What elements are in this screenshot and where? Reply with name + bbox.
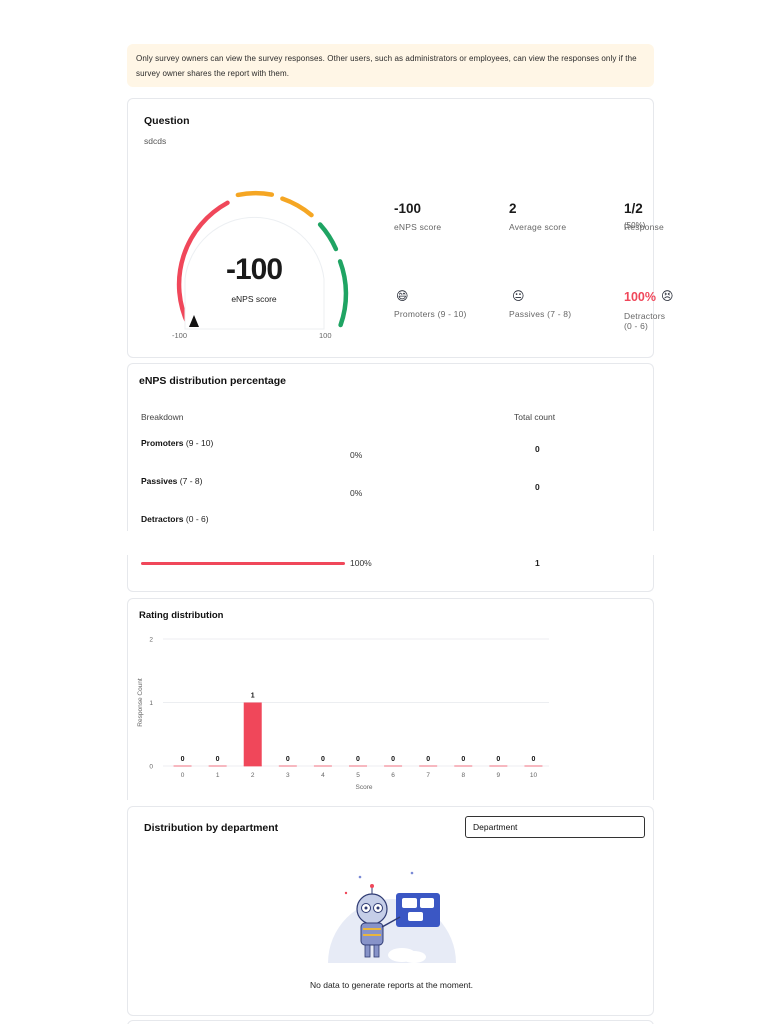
passives-row-range: (7 - 8) — [179, 476, 203, 486]
department-empty-message: No data to generate reports at the momen… — [309, 980, 473, 990]
data-label-7: 0 — [426, 756, 430, 763]
promoters-row-percent: 0% — [350, 450, 363, 460]
x-tick-label-3: 3 — [286, 772, 290, 779]
data-label-10: 0 — [532, 756, 536, 763]
data-label-1: 0 — [216, 756, 220, 763]
data-label-3: 0 — [286, 756, 290, 763]
promoters-row-name: Promoters (9 - 10) — [141, 438, 213, 448]
detractors-percent: 100% — [624, 290, 656, 304]
owner-notice-text: Only survey owners can view the survey r… — [136, 54, 637, 78]
detractors-row-name: Detractors (0 - 6) — [141, 514, 209, 524]
x-tick-label-4: 4 — [321, 772, 325, 779]
next-card — [127, 1020, 654, 1024]
department-distribution-title: Distribution by department — [144, 822, 279, 834]
department-select[interactable]: Department — [465, 816, 645, 838]
department-distribution-card: Distribution by department Department No… — [127, 806, 654, 1016]
enps-score-stat: -100 — [394, 201, 422, 216]
y-tick-label-2: 2 — [149, 637, 153, 644]
detractors-row-percent: 100% — [350, 558, 372, 568]
enps-distribution-card-continued: 100% 1 — [127, 555, 654, 592]
x-tick-label-6: 6 — [391, 772, 395, 779]
data-label-6: 0 — [391, 756, 395, 763]
x-tick-label-0: 0 — [181, 772, 185, 779]
total-count-header: Total count — [514, 412, 556, 422]
data-label-8: 0 — [461, 756, 465, 763]
detractors-row-count: 1 — [535, 558, 540, 568]
grinning-face-icon: 😄 — [396, 289, 409, 303]
gauge-segment-orange-2 — [280, 196, 314, 218]
gauge-segment-green-2 — [337, 259, 349, 328]
x-tick-label-9: 9 — [497, 772, 501, 779]
rating-distribution-card: Rating distribution 0 1 2 Response Count 0 0 0… — [127, 598, 654, 800]
x-tick-label-5: 5 — [356, 772, 360, 779]
owner-notice-banner: Only survey owners can view the survey r… — [127, 44, 654, 87]
x-tick-label-10: 10 — [530, 772, 538, 779]
detractors-row-range: (0 - 6) — [185, 514, 209, 524]
neutral-face-icon: 😐 — [512, 289, 525, 303]
passives-row-name: Passives (7 - 8) — [141, 476, 202, 486]
y-axis-label: Response Count — [137, 678, 144, 727]
data-label-2: 1 — [251, 693, 255, 700]
breakdown-header: Breakdown — [141, 412, 184, 422]
response-stat-label: Response — [624, 222, 664, 232]
passives-row-percent: 0% — [350, 488, 363, 498]
gauge-min-label: -100 — [172, 331, 188, 340]
gauge-score-label: eNPS score — [231, 294, 277, 304]
response-stat-value: 1/2 — [624, 201, 643, 216]
y-tick-label-0: 0 — [149, 764, 153, 771]
promoters-label: Promoters (9 - 10) — [394, 309, 467, 319]
enps-distribution-card: eNPS distribution percentage Breakdown T… — [127, 363, 654, 531]
rating-distribution-chart: 0 1 2 Response Count 0 0 0 1 1 2 0 3 0 4 0 5 0 6 0 7 0 8 0 9 0 10… — [137, 637, 549, 791]
promoters-row-count: 0 — [535, 444, 540, 454]
x-tick-label-2: 2 — [251, 772, 255, 779]
detractors-row-label: Detractors — [141, 514, 184, 524]
detractors-label: Detractors (0 - 6) — [624, 311, 666, 331]
data-label-9: 0 — [496, 756, 500, 763]
enps-score-stat-label: eNPS score — [394, 222, 442, 232]
gauge-max-label: 100 — [319, 331, 332, 340]
x-tick-label-1: 1 — [216, 772, 220, 779]
gauge-score-value: -100 — [225, 253, 283, 286]
promoters-row-range: (9 - 10) — [185, 438, 214, 448]
x-tick-label-7: 7 — [426, 772, 430, 779]
detractors-row-bar — [141, 562, 345, 565]
gauge-segment-orange — [235, 190, 275, 198]
angry-face-icon: 😣 — [661, 289, 674, 303]
x-tick-label-8: 8 — [461, 772, 465, 779]
passives-label: Passives (7 - 8) — [509, 309, 572, 319]
gauge-segment-green — [317, 222, 339, 252]
question-card: Question sdcds -100 eNPS score -100 100 … — [127, 98, 674, 358]
data-label-5: 0 — [356, 756, 360, 763]
data-label-0: 0 — [181, 756, 185, 763]
bar-score-2 — [243, 702, 262, 766]
enps-gauge — [176, 190, 349, 330]
passives-row-label: Passives — [141, 476, 178, 486]
data-label-4: 0 — [321, 756, 325, 763]
x-axis-label: Score — [356, 784, 373, 791]
passives-row-count: 0 — [535, 482, 540, 492]
promoters-row-label: Promoters — [141, 438, 184, 448]
average-score-stat: 2 — [509, 201, 517, 216]
y-tick-label-1: 1 — [149, 700, 153, 707]
empty-state-robot-illustration — [328, 871, 456, 963]
average-score-stat-label: Average score — [509, 222, 567, 232]
enps-distribution-title: eNPS distribution percentage — [139, 375, 287, 387]
